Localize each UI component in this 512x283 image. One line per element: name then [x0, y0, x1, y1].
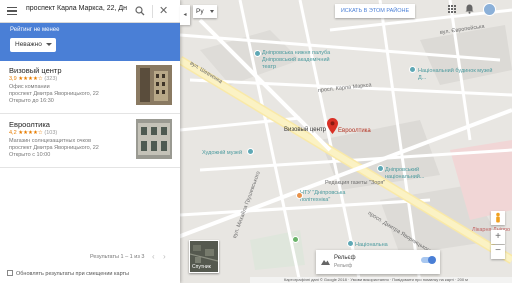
language-select[interactable]: Ру	[193, 5, 217, 18]
satellite-layer-button[interactable]: Спутник	[189, 240, 219, 273]
chevron-down-icon	[210, 10, 214, 13]
zoom-out-button[interactable]: −	[491, 245, 505, 259]
result-item[interactable]: Евроолтика 4,2 ★★★★☆ (103) Магазин солнц…	[0, 115, 180, 168]
rating-select-value: Неважно	[15, 41, 42, 48]
update-results-label: Обновлять результаты при смещении карты	[16, 271, 130, 277]
review-count: (103)	[44, 130, 58, 136]
park-poi-icon[interactable]	[292, 236, 299, 243]
search-bar: проспект Карла Маркса, 22, Дн ✕	[0, 0, 180, 23]
result-hours: Открыто с 10:00	[9, 152, 51, 158]
prev-page-button[interactable]: ‹	[152, 252, 155, 261]
filter-label: Рейтинг не менее	[10, 27, 60, 33]
map-label-museum: Національний будинок музей Д...	[418, 68, 493, 81]
update-results-checkbox[interactable]	[7, 270, 13, 276]
star-icons: ★★★★☆	[18, 130, 43, 136]
collapse-panel-button[interactable]: ◂	[180, 5, 190, 25]
review-count: (323)	[44, 76, 58, 82]
map-footer: Картографічні дані © Google 2018 · Умови…	[250, 277, 512, 283]
result-photo[interactable]	[136, 119, 172, 159]
star-icons: ★★★★☆	[18, 76, 43, 82]
natsionalna-poi-icon[interactable]	[347, 240, 354, 247]
result-name[interactable]: Визовый центр	[9, 66, 62, 75]
map-label-natsionalna: Національна	[355, 242, 388, 248]
map-label-newspaper: Редакция газеты "Зоря"	[325, 180, 386, 186]
result-hours: Открыто до 16:30	[9, 98, 54, 104]
pegman-icon	[496, 212, 500, 223]
apps-grid-icon[interactable]	[448, 5, 457, 14]
search-divider	[152, 5, 153, 18]
location-pin-icon[interactable]	[327, 118, 338, 134]
ntu-poi-icon[interactable]	[296, 192, 303, 199]
relief-toggle[interactable]	[421, 255, 436, 264]
map-label-theatre: Дніпровський академічний театр	[262, 57, 330, 70]
language-select-value: Ру	[196, 8, 204, 15]
result-category: Офис компании	[9, 84, 50, 90]
search-input[interactable]: проспект Карла Маркса, 22, Дн	[26, 5, 130, 18]
map-label-dnipro-museum: Дніпровський національний...	[385, 167, 425, 180]
chevron-down-icon	[46, 43, 52, 46]
toggle-knob	[428, 255, 436, 264]
close-icon[interactable]: ✕	[159, 5, 168, 17]
menu-icon[interactable]	[7, 7, 17, 16]
search-icon[interactable]	[135, 6, 145, 16]
next-page-button[interactable]: ›	[163, 252, 166, 261]
pagination-text: Результаты 1 – 1 из 3	[90, 254, 145, 260]
result-rating: 3,9 ★★★★☆ (323)	[9, 76, 57, 82]
theatre-poi-icon[interactable]	[254, 50, 261, 57]
relief-sublabel: Рельеф	[334, 263, 353, 269]
map-label-art-museum: Художній музей	[202, 150, 243, 156]
map-label-visa-center[interactable]: Визовый центр	[284, 127, 326, 134]
rating-value: 3,9	[9, 76, 17, 82]
satellite-label: Спутник	[192, 264, 211, 270]
result-address: проспект Дмитра Яворницького, 22	[9, 91, 99, 97]
rating-value: 4,2	[9, 130, 17, 136]
street-view-pegman-icon[interactable]	[491, 211, 505, 225]
map-label-ntu: НТУ "Дніпровська політехніка"	[300, 190, 346, 203]
result-photo[interactable]	[136, 65, 172, 105]
museum-poi-icon[interactable]	[409, 66, 416, 73]
result-item[interactable]: Визовый центр 3,9 ★★★★☆ (323) Офис компа…	[0, 61, 180, 114]
rating-filter: Рейтинг не менее Неважно	[0, 23, 180, 61]
relief-label: Рельєф	[334, 255, 356, 261]
terrain-icon	[321, 260, 330, 265]
result-address: проспект Дмитра Яворницького, 22	[9, 145, 99, 151]
result-rating: 4,2 ★★★★☆ (103)	[9, 130, 57, 136]
zoom-in-button[interactable]: +	[491, 230, 505, 244]
map-label-evrooptika[interactable]: Евроолтика	[338, 128, 371, 135]
rating-select[interactable]: Неважно	[10, 38, 56, 52]
search-this-area-button[interactable]: ИСКАТЬ В ЭТОМ РАЙОНЕ	[335, 4, 415, 18]
dnipro-museum-poi-icon[interactable]	[377, 165, 384, 172]
account-avatar[interactable]	[483, 3, 496, 16]
art-museum-poi-icon[interactable]	[247, 148, 254, 155]
map-label-embankment: Дніпровська нижня палуба	[262, 50, 331, 56]
result-category: Магазин солнцезащитных очков	[9, 138, 91, 144]
notifications-bell-icon[interactable]	[465, 4, 474, 14]
result-name[interactable]: Евроолтика	[9, 120, 50, 129]
relief-layer-card[interactable]: Рельєф Рельеф	[316, 250, 440, 274]
results-panel: проспект Карла Маркса, 22, Дн ✕ Рейтинг …	[0, 0, 180, 283]
update-results-row[interactable]: Обновлять результаты при смещении карты	[7, 270, 129, 277]
